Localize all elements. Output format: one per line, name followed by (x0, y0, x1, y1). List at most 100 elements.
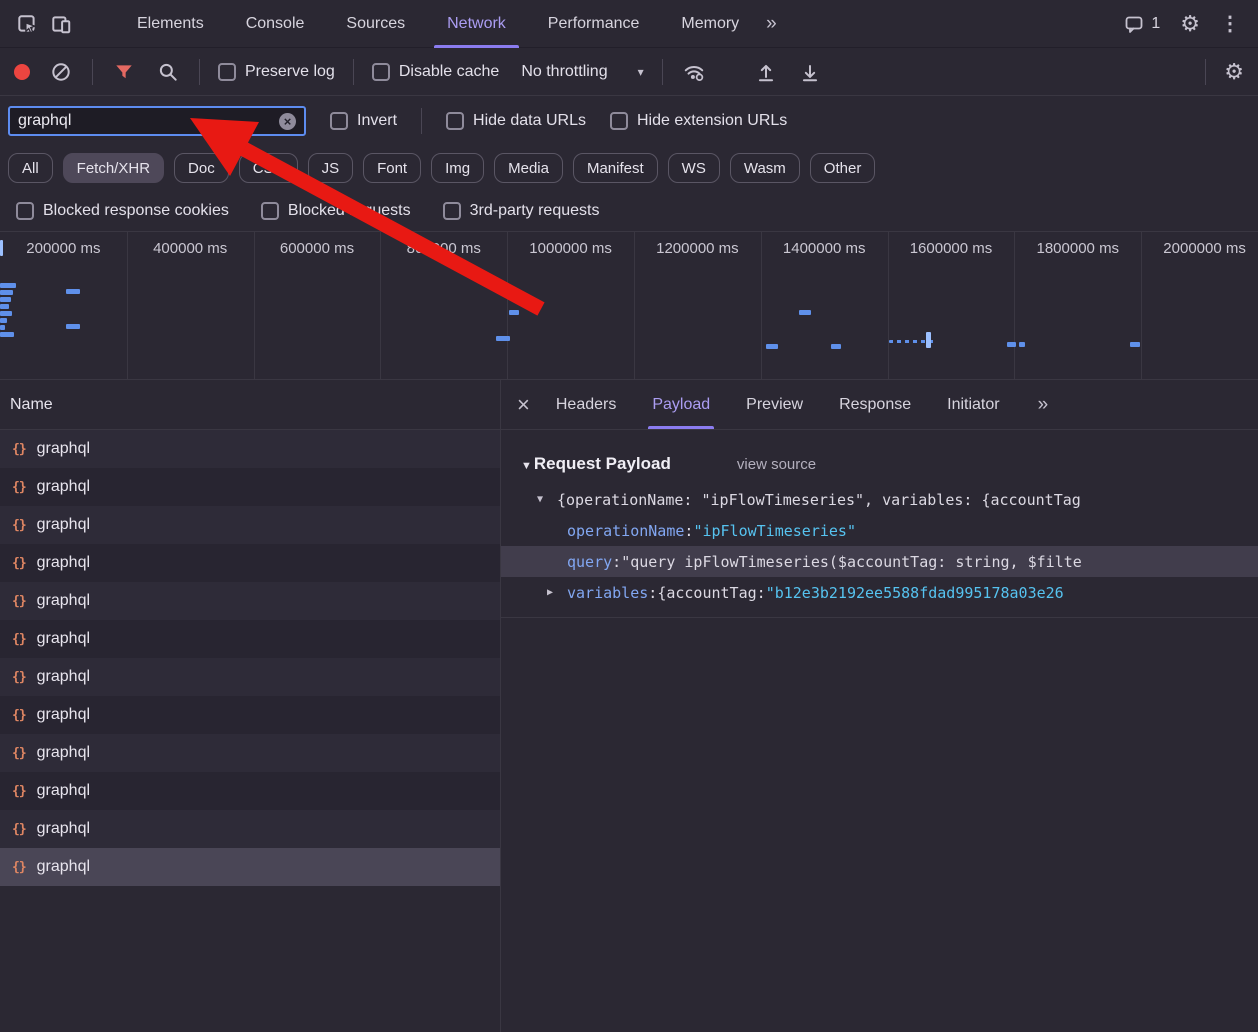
settings-gear-icon[interactable]: ⚙ (1180, 11, 1200, 37)
device-toolbar-icon[interactable] (44, 7, 78, 41)
waterfall-bar (0, 318, 7, 323)
clear-filter-icon[interactable]: × (279, 113, 296, 130)
payload-entry[interactable]: ▶variables: {accountTag: "b12e3b2192ee55… (501, 577, 1258, 608)
type-chip[interactable]: Other (810, 153, 876, 183)
request-row[interactable]: {} graphql (0, 734, 500, 772)
record-network-log-button[interactable] (14, 64, 30, 80)
hide-extension-urls-checkbox[interactable]: Hide extension URLs (610, 112, 787, 130)
close-details-icon[interactable]: × (517, 394, 530, 416)
payload-entry[interactable]: operationName: "ipFlowTimeseries" (501, 515, 1258, 546)
request-row[interactable]: {} graphql (0, 544, 500, 582)
import-har-icon[interactable] (753, 55, 779, 89)
preserve-log-label: Preserve log (245, 63, 335, 81)
request-row[interactable]: {} graphql (0, 506, 500, 544)
network-conditions-icon[interactable] (681, 55, 707, 89)
invert-checkbox[interactable]: Invert (330, 112, 397, 130)
request-row[interactable]: {} graphql (0, 620, 500, 658)
payload-root-preview[interactable]: ▼ {operationName: "ipFlowTimeseries", va… (501, 484, 1258, 515)
type-chip[interactable]: Img (431, 153, 484, 183)
checkbox-box (261, 202, 279, 220)
details-tab[interactable]: Initiator (947, 380, 999, 429)
request-row[interactable]: {} graphql (0, 658, 500, 696)
waterfall-bar (0, 290, 13, 295)
request-row[interactable]: {} graphql (0, 468, 500, 506)
details-tab[interactable]: Headers (556, 380, 616, 429)
fetch-xhr-icon: {} (12, 860, 26, 875)
more-details-tabs-icon[interactable]: » (1038, 394, 1049, 416)
toolbar-right-cluster: 1 ⚙ ⋮ (1124, 11, 1248, 37)
request-name: graphql (37, 440, 90, 458)
filter-input[interactable] (18, 112, 279, 130)
key-value-separator: : (648, 584, 657, 602)
fetch-xhr-icon: {} (12, 442, 26, 457)
payload-value: {accountTag: (657, 584, 765, 602)
waterfall-bar (66, 289, 80, 294)
type-chip[interactable]: Font (363, 153, 421, 183)
main-tab[interactable]: Sources (325, 0, 426, 48)
disable-cache-checkbox[interactable]: Disable cache (372, 63, 500, 81)
payload-key: query (567, 553, 612, 571)
extra-filters-row: Blocked response cookies Blocked request… (0, 190, 1258, 232)
waterfall-bar (0, 311, 12, 316)
type-chip[interactable]: CSS (239, 153, 298, 183)
filter-input-box: × (8, 106, 306, 136)
waterfall-bar (0, 332, 14, 337)
main-tab[interactable]: Network (426, 0, 527, 48)
more-tabs-icon[interactable]: » (766, 13, 777, 35)
checkbox-box (16, 202, 34, 220)
waterfall-bar (66, 324, 80, 329)
console-messages-indicator[interactable]: 1 (1124, 14, 1160, 34)
waterfall-bar (1130, 342, 1140, 347)
network-settings-gear-icon[interactable]: ⚙ (1224, 59, 1244, 85)
request-name: graphql (37, 516, 90, 534)
type-chip[interactable]: All (8, 153, 53, 183)
request-row[interactable]: {} graphql (0, 772, 500, 810)
request-name: graphql (37, 858, 90, 876)
type-chip[interactable]: Media (494, 153, 563, 183)
request-row[interactable]: {} graphql (0, 582, 500, 620)
export-har-icon[interactable] (797, 55, 823, 89)
main-tab[interactable]: Memory (660, 0, 760, 48)
expand-triangle-icon[interactable]: ▶ (547, 587, 553, 598)
hide-data-urls-checkbox[interactable]: Hide data URLs (446, 112, 586, 130)
type-chip[interactable]: Fetch/XHR (63, 153, 164, 183)
invert-label: Invert (357, 112, 397, 130)
fetch-xhr-icon: {} (12, 480, 26, 495)
inspect-element-icon[interactable] (10, 7, 44, 41)
main-tab[interactable]: Console (225, 0, 326, 48)
name-column-header[interactable]: Name (0, 380, 500, 430)
requests-panel: Name {} graphql {} graphql {} graphql (0, 380, 500, 1032)
details-tab[interactable]: Payload (652, 380, 710, 429)
type-chip[interactable]: Wasm (730, 153, 800, 183)
type-chip[interactable]: JS (308, 153, 354, 183)
extra-filter-checkbox[interactable]: 3rd-party requests (443, 202, 600, 220)
network-overview-timeline[interactable]: 200000 ms400000 ms600000 ms800000 ms1000… (0, 232, 1258, 380)
extra-filter-checkbox[interactable]: Blocked response cookies (16, 202, 229, 220)
request-row[interactable]: {} graphql (0, 848, 500, 886)
request-row[interactable]: {} graphql (0, 696, 500, 734)
timeline-label: 1600000 ms (888, 240, 1015, 257)
timeline-label: 1800000 ms (1014, 240, 1141, 257)
request-row[interactable]: {} graphql (0, 430, 500, 468)
extra-filter-checkbox[interactable]: Blocked requests (261, 202, 411, 220)
clear-network-log-icon[interactable] (48, 55, 74, 89)
search-icon[interactable] (155, 55, 181, 89)
view-source-link[interactable]: view source (737, 456, 816, 473)
details-tab[interactable]: Response (839, 380, 911, 429)
filter-icon[interactable] (111, 55, 137, 89)
timeline-label: 200000 ms (0, 240, 127, 257)
preserve-log-checkbox[interactable]: Preserve log (218, 63, 335, 81)
request-name: graphql (37, 630, 90, 648)
main-tab[interactable]: Elements (116, 0, 225, 48)
details-tab[interactable]: Preview (746, 380, 803, 429)
payload-entry[interactable]: query: "query ipFlowTimeseries($accountT… (501, 546, 1258, 577)
type-chip[interactable]: Doc (174, 153, 229, 183)
type-chip[interactable]: Manifest (573, 153, 658, 183)
payload-entries: operationName: "ipFlowTimeseries"query: … (501, 515, 1258, 608)
kebab-menu-icon[interactable]: ⋮ (1220, 11, 1240, 36)
request-row[interactable]: {} graphql (0, 810, 500, 848)
throttling-dropdown[interactable]: No throttling ▾ (521, 63, 643, 81)
request-payload-section[interactable]: ▼ Request Payload view source (521, 454, 1258, 474)
type-chip[interactable]: WS (668, 153, 720, 183)
main-tab[interactable]: Performance (527, 0, 661, 48)
